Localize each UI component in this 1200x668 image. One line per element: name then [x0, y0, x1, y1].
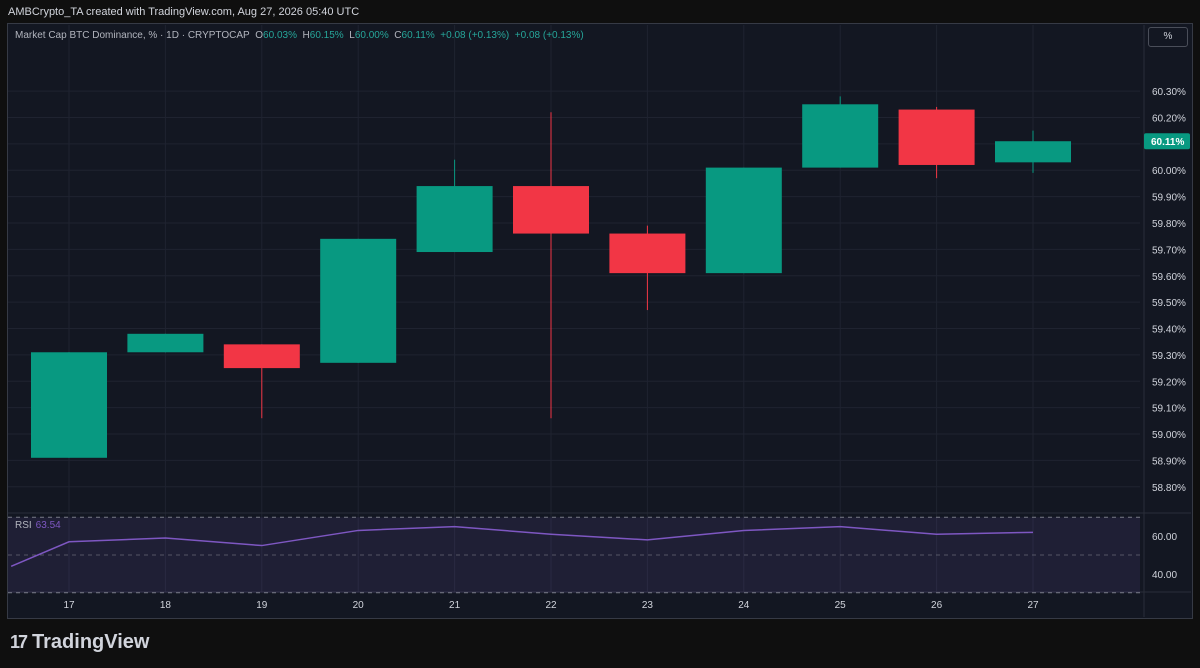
- open-label: O: [255, 30, 264, 41]
- candle-body: [995, 141, 1071, 163]
- time-tick-label: 27: [1027, 600, 1039, 611]
- price-tick-label: 58.90%: [1152, 456, 1186, 467]
- price-tick-label: 59.60%: [1152, 272, 1186, 283]
- candles-layer: [31, 96, 1071, 458]
- rsi-pane: [8, 516, 1140, 594]
- rsi-value: 63.54: [35, 520, 61, 531]
- time-axis: 17 18 19 20 21 22 23 24 25 26 27: [63, 600, 1039, 611]
- close-label: C: [394, 30, 402, 41]
- time-tick-label: 19: [256, 600, 268, 611]
- time-tick-label: 21: [449, 600, 461, 611]
- time-tick-label: 20: [353, 600, 365, 611]
- rsi-axis: 60.00 40.00: [1152, 532, 1177, 581]
- high-value: 60.15%: [309, 30, 344, 41]
- percent-scale-button[interactable]: %: [1148, 27, 1188, 47]
- price-tick-label: 59.90%: [1152, 193, 1186, 204]
- rsi-legend: RSI 63.54: [15, 520, 61, 531]
- low-value: 60.00%: [354, 30, 389, 41]
- price-tick-label: 59.00%: [1152, 430, 1186, 441]
- symbol-title[interactable]: Market Cap BTC Dominance, % · 1D · CRYPT…: [15, 30, 250, 41]
- time-tick-label: 23: [642, 600, 654, 611]
- price-axis: 60.30%60.20%60.10%60.00%59.90%59.80%59.7…: [1144, 87, 1190, 494]
- time-tick-label: 24: [738, 600, 750, 611]
- candle-body: [705, 167, 782, 274]
- chart-legend: Market Cap BTC Dominance, % · 1D · CRYPT…: [15, 30, 584, 41]
- high-label: H: [302, 30, 310, 41]
- candle-body: [127, 333, 204, 353]
- candlestick-chart[interactable]: 60.30%60.20%60.10%60.00%59.90%59.80%59.7…: [0, 0, 1200, 668]
- rsi-tick-label: 40.00: [1152, 570, 1177, 581]
- price-tick-label: 60.20%: [1152, 113, 1186, 124]
- change-value: +0.08 (+0.13%): [440, 30, 510, 41]
- price-tick-label: 59.30%: [1152, 351, 1186, 362]
- price-tick-label: 60.30%: [1152, 87, 1186, 98]
- candle-body: [416, 186, 493, 253]
- price-tick-label: 59.50%: [1152, 298, 1186, 309]
- change-value-2: +0.08 (+0.13%): [514, 30, 584, 41]
- price-tick-label: 58.80%: [1152, 483, 1186, 494]
- price-tick-label: 59.70%: [1152, 245, 1186, 256]
- open-value: 60.03%: [263, 30, 297, 41]
- price-tick-label: 59.40%: [1152, 325, 1186, 336]
- time-tick-label: 22: [545, 600, 557, 611]
- time-tick-label: 17: [63, 600, 75, 611]
- candle-body: [609, 233, 686, 274]
- tradingview-branding[interactable]: 17 TradingView: [10, 631, 149, 654]
- candle-body: [898, 109, 975, 165]
- tradingview-logo-icon: 17: [10, 632, 28, 652]
- price-tick-label: 59.20%: [1152, 377, 1186, 388]
- last-price-label: 60.11%: [1151, 137, 1184, 148]
- rsi-tick-label: 60.00: [1152, 532, 1177, 543]
- time-tick-label: 25: [835, 600, 847, 611]
- time-tick-label: 18: [160, 600, 172, 611]
- candle-body: [31, 352, 107, 458]
- price-tick-label: 59.80%: [1152, 219, 1186, 230]
- candle-body: [513, 186, 589, 234]
- close-value: 60.11%: [401, 30, 435, 41]
- candle-body: [802, 104, 879, 168]
- brand-name: TradingView: [32, 631, 150, 653]
- price-tick-label: 60.00%: [1152, 166, 1186, 177]
- price-tick-label: 59.10%: [1152, 404, 1186, 415]
- time-tick-label: 26: [931, 600, 943, 611]
- candle-body: [223, 344, 300, 369]
- rsi-label: RSI: [15, 520, 32, 531]
- candle-body: [320, 238, 397, 363]
